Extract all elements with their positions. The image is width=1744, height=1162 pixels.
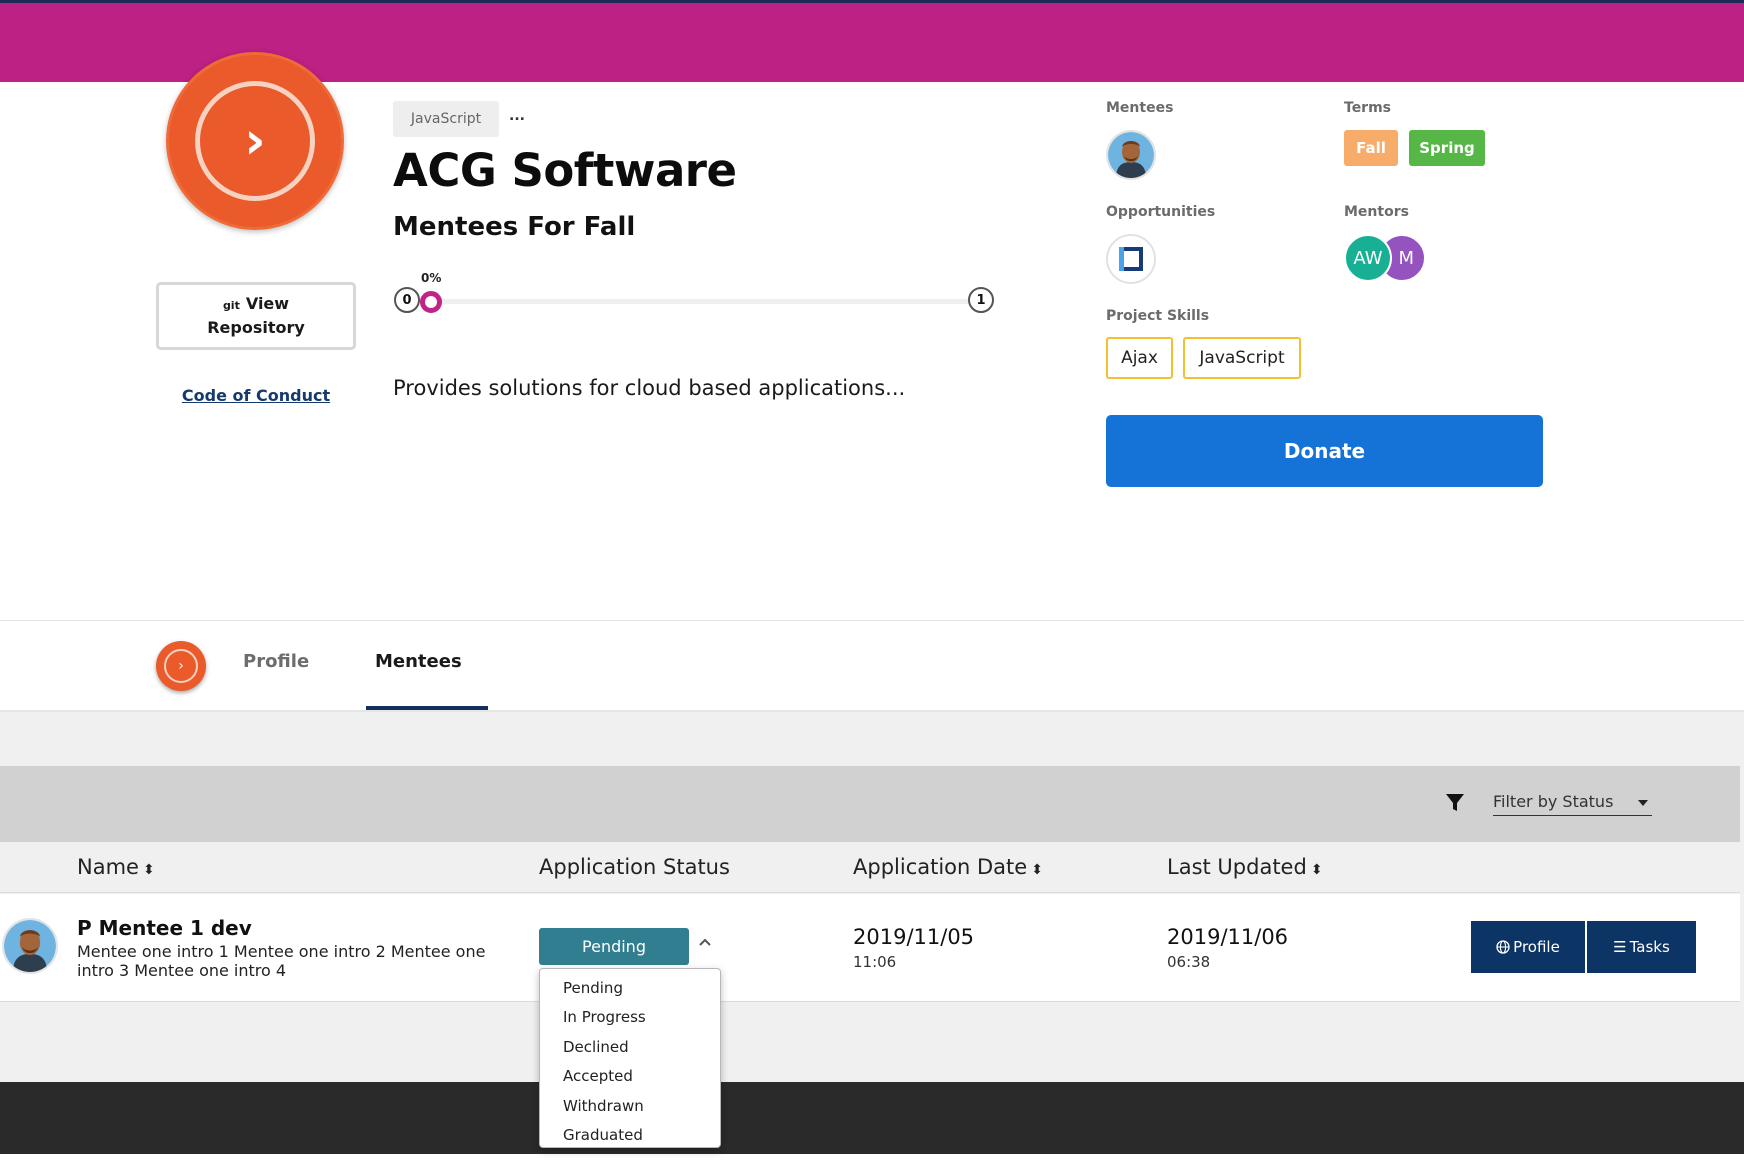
status-option-withdrawn[interactable]: Withdrawn <box>540 1091 720 1121</box>
project-skills-label: Project Skills <box>1106 308 1210 324</box>
mentee-avatar <box>2 918 58 974</box>
language-tag: JavaScript <box>393 101 499 137</box>
sort-icon: ⬍ <box>1310 862 1323 878</box>
active-tab-indicator <box>366 706 488 710</box>
sort-icon: ⬍ <box>142 862 155 878</box>
more-tags[interactable]: ... <box>509 108 525 124</box>
progress-track <box>420 299 985 304</box>
mentor-avatar-aw[interactable]: AW <box>1344 234 1392 282</box>
filter-by-status-select[interactable]: Filter by Status <box>1493 792 1652 816</box>
chevron-right-icon: › <box>244 111 266 171</box>
person-avatar-icon <box>1108 132 1154 178</box>
opportunity-logo[interactable] <box>1106 234 1156 284</box>
project-logo: › <box>166 52 344 230</box>
list-icon: ☰ <box>1613 938 1627 956</box>
application-date: 2019/11/05 <box>853 925 975 949</box>
status-option-declined[interactable]: Declined <box>540 1032 720 1062</box>
progress-handle <box>420 291 442 313</box>
mentee-name: P Mentee 1 dev <box>77 916 252 940</box>
mentees-label: Mentees <box>1106 100 1174 116</box>
status-option-graduated[interactable]: Graduated <box>540 1121 720 1151</box>
chevron-right-icon: › <box>164 649 198 683</box>
tab-mentees[interactable]: Mentees <box>375 651 462 672</box>
status-option-pending[interactable]: Pending <box>540 973 720 1003</box>
mentee-profile-button[interactable]: Profile <box>1471 921 1585 973</box>
application-time: 11:06 <box>853 953 897 971</box>
column-header-updated[interactable]: Last Updated ⬍ <box>1167 855 1323 879</box>
project-subtitle: Mentees For Fall <box>393 212 636 242</box>
progress-min: 0 <box>394 287 420 313</box>
mentee-avatar[interactable] <box>1106 130 1156 180</box>
code-of-conduct-link[interactable]: Code of Conduct <box>156 386 356 405</box>
mentee-tasks-button[interactable]: ☰ Tasks <box>1587 921 1696 973</box>
column-header-status: Application Status <box>539 855 730 879</box>
footer <box>0 1082 1744 1154</box>
project-description: Provides solutions for cloud based appli… <box>393 376 906 400</box>
globe-icon <box>1496 940 1510 954</box>
opportunities-label: Opportunities <box>1106 204 1216 220</box>
last-updated-date: 2019/11/06 <box>1167 925 1289 949</box>
terms-label: Terms <box>1344 100 1392 116</box>
progress-max: 1 <box>968 287 994 313</box>
sort-icon: ⬍ <box>1031 862 1043 878</box>
status-option-in-progress[interactable]: In Progress <box>540 1003 720 1033</box>
filter-bar <box>0 766 1740 842</box>
opportunity-icon <box>1119 247 1143 271</box>
donate-button[interactable]: Donate <box>1106 415 1543 487</box>
filter-icon <box>1444 792 1466 814</box>
term-tag-fall: Fall <box>1344 130 1398 166</box>
progress-percent: 0% <box>421 271 442 285</box>
project-title: ACG Software <box>393 144 737 197</box>
chevron-up-icon[interactable] <box>698 934 712 948</box>
mentors-label: Mentors <box>1344 204 1409 220</box>
git-icon: git <box>222 299 240 312</box>
mentee-intro: Mentee one intro 1 Mentee one intro 2 Me… <box>77 942 486 980</box>
skill-tag-ajax: Ajax <box>1106 337 1173 379</box>
status-dropdown: Pending In Progress Declined Accepted Wi… <box>539 968 721 1148</box>
tab-project-logo: › <box>156 641 206 691</box>
column-header-name[interactable]: Name ⬍ <box>77 855 155 879</box>
status-select[interactable]: Pending <box>539 928 689 965</box>
tab-profile[interactable]: Profile <box>243 651 309 672</box>
skill-tag-javascript: JavaScript <box>1183 337 1301 379</box>
term-tag-spring: Spring <box>1409 130 1485 166</box>
last-updated-time: 06:38 <box>1167 953 1211 971</box>
column-header-date[interactable]: Application Date ⬍ <box>853 855 1043 879</box>
person-avatar-icon <box>4 920 56 972</box>
view-repository-button[interactable]: git View Repository <box>156 282 356 350</box>
status-option-accepted[interactable]: Accepted <box>540 1062 720 1092</box>
caret-down-icon <box>1638 800 1648 806</box>
